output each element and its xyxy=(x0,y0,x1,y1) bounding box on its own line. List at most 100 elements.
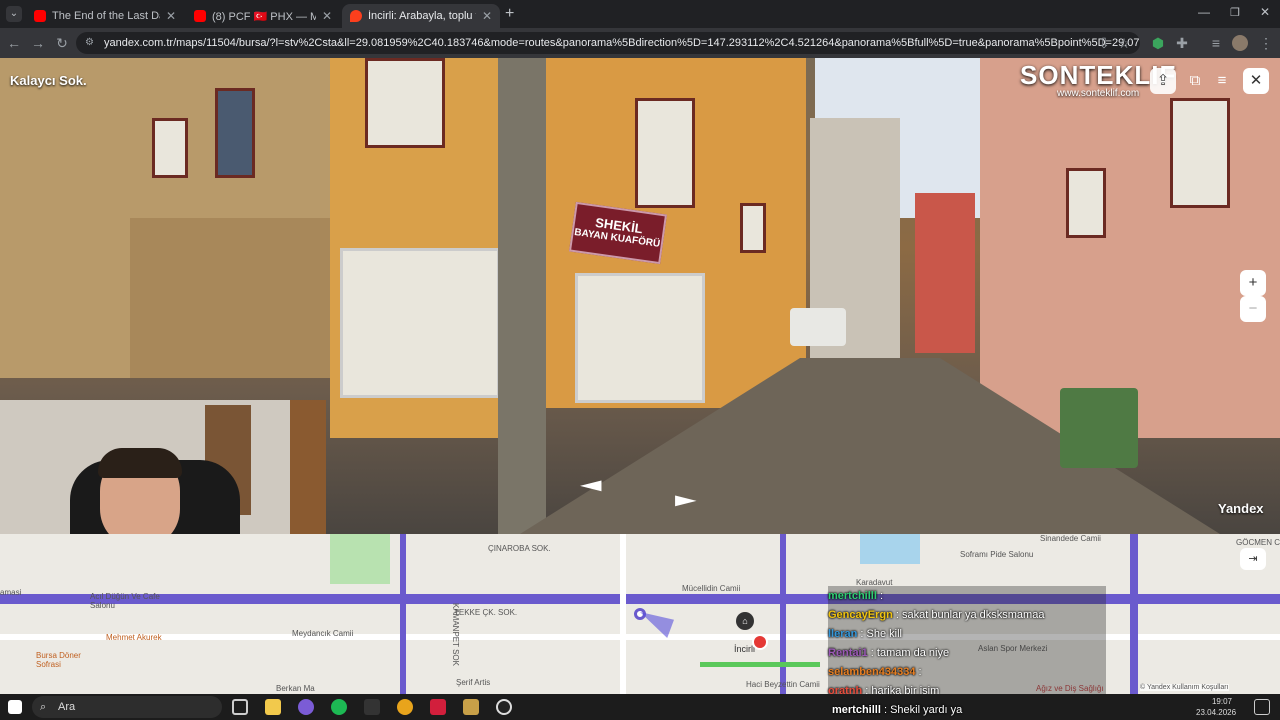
chat-username: GencayErgn xyxy=(828,609,893,621)
close-tab-icon[interactable]: ✕ xyxy=(166,9,176,23)
map-park xyxy=(330,534,390,584)
app-icon[interactable] xyxy=(463,699,479,715)
chat-username: mertchilll xyxy=(832,704,881,716)
chat-message: selamben434334 : xyxy=(828,666,922,678)
tray-date: 23.04.2026 xyxy=(1196,708,1237,717)
share-button[interactable]: ⇪ xyxy=(1150,68,1176,94)
windows-start-icon[interactable] xyxy=(8,700,22,714)
windows-taskbar: ⌕ Ara 19:07 23.04.2026 xyxy=(0,694,1280,720)
yandex-brand: Yandex xyxy=(1218,501,1264,516)
obs-icon[interactable] xyxy=(496,699,512,715)
notification-icon[interactable] xyxy=(1254,699,1270,715)
minimize-window-icon[interactable]: — xyxy=(1198,5,1210,19)
map-label: KAMANPET SOK xyxy=(450,603,460,666)
map-label: Berkan Ma xyxy=(276,684,315,693)
tray-clock[interactable]: 19:07 23.04.2026 xyxy=(1196,696,1237,718)
tab-0[interactable]: The End of the Last Dance | Mi ✕ xyxy=(26,4,184,28)
chat-message: mertchilll : Shekil yardı ya xyxy=(832,704,963,716)
app-icon[interactable] xyxy=(298,699,314,715)
map-label: Bursa Döner Sofrasi xyxy=(36,651,81,669)
app-icon[interactable] xyxy=(364,699,380,715)
file-explorer-icon[interactable] xyxy=(265,699,281,715)
window xyxy=(152,118,188,178)
map-pin-icon[interactable] xyxy=(752,634,768,650)
window xyxy=(340,248,500,398)
map-label: Sinandede Camii xyxy=(1040,534,1101,543)
address-url: yandex.com.tr/maps/11504/bursa/?l=stv%2C… xyxy=(104,37,1140,49)
taskbar-search[interactable]: ⌕ Ara xyxy=(32,696,222,718)
tab-0-title: The End of the Last Dance | Mi xyxy=(52,10,160,22)
close-window-icon[interactable]: ✕ xyxy=(1260,5,1270,19)
window xyxy=(635,98,695,208)
map-attribution[interactable]: © Yandex Kullanım Koşulları xyxy=(1140,684,1229,691)
chat-message: lleran : She kill xyxy=(828,628,902,640)
new-tab-button[interactable]: + xyxy=(505,5,514,23)
zoom-out-button[interactable]: − xyxy=(1240,296,1266,322)
map-label: Meydancık Camii xyxy=(292,629,354,638)
chat-text: tamam da niye xyxy=(876,647,950,659)
chrome-icon[interactable] xyxy=(397,699,413,715)
map-label: TEKKE ÇK. SOK. xyxy=(454,608,518,617)
address-bar[interactable]: ⚙ yandex.com.tr/maps/11504/bursa/?l=stv%… xyxy=(76,32,1140,54)
chat-username: mertchilll xyxy=(828,590,877,602)
browser-toolbar: ← → ↻ ⚙ yandex.com.tr/maps/11504/bursa/?… xyxy=(0,28,1280,58)
search-icon: ⌕ xyxy=(40,701,47,713)
map-label: Soframı Pide Salonu xyxy=(960,550,1034,559)
profile-avatar[interactable] xyxy=(1232,35,1248,51)
window xyxy=(365,58,445,148)
map-label: GÖCMEN CE xyxy=(1236,538,1280,547)
window xyxy=(740,203,766,253)
taskbar-search-text: Ara xyxy=(58,701,76,713)
site-info-icon[interactable]: ⚙ xyxy=(85,32,94,54)
close-tab-icon[interactable]: ✕ xyxy=(322,9,332,23)
open-external-icon[interactable]: ⧉ xyxy=(1182,68,1208,94)
chat-text: Shekil yardı ya xyxy=(890,704,963,716)
spotify-icon[interactable] xyxy=(331,699,347,715)
close-tab-icon[interactable]: ✕ xyxy=(482,9,492,23)
utility-pole xyxy=(498,58,546,534)
tray-time: 19:07 xyxy=(1211,697,1232,706)
menu-icon[interactable]: ≡ xyxy=(1209,68,1235,94)
yandex-maps-pin-icon xyxy=(350,10,362,22)
map-label: Haci Beyzettin Camii xyxy=(746,680,820,689)
media-controls-icon[interactable]: ≡ xyxy=(1208,35,1224,51)
pano-arrow-forward-icon[interactable]: ▶ xyxy=(675,491,697,508)
map-road xyxy=(400,534,406,694)
map-label: Acıl Düğün Ve Cafe Salonu xyxy=(90,592,160,610)
window xyxy=(575,273,705,403)
tab-1[interactable]: (8) PCF 🇹🇷 PHX — MISA 🇹🇷 SU ✕ xyxy=(186,4,340,28)
far-building-red xyxy=(915,193,975,353)
restore-window-icon[interactable]: ❐ xyxy=(1230,6,1240,19)
tab-search-button[interactable]: ⌄ xyxy=(6,6,22,22)
install-app-icon[interactable]: ⇩ xyxy=(1096,35,1112,51)
map-road xyxy=(1130,534,1138,694)
chat-username: lleran xyxy=(828,628,858,640)
left-building-lower xyxy=(130,218,330,378)
bookmark-star-icon[interactable]: ☆ xyxy=(1116,35,1132,51)
app-icon[interactable] xyxy=(430,699,446,715)
collapse-map-button[interactable]: ⇥ xyxy=(1240,548,1266,570)
map-label: amasi xyxy=(0,588,22,597)
window xyxy=(1066,168,1106,238)
chat-message: GencayErgn : sakat bunlar ya dksksmamaa xyxy=(828,609,1045,621)
chat-text: sakat bunlar ya dksksmamaa xyxy=(901,609,1045,621)
extensions-puzzle-icon[interactable]: ✚ xyxy=(1174,35,1190,51)
back-icon[interactable]: ← xyxy=(6,35,22,51)
map-poi-icon[interactable]: ⌂ xyxy=(736,612,754,630)
map-label: ÇINAROBA SOK. xyxy=(488,544,551,553)
map-road xyxy=(780,534,786,694)
menu-kebab-icon[interactable]: ⋮ xyxy=(1258,35,1274,51)
close-panorama-button[interactable]: ✕ xyxy=(1243,68,1269,94)
window xyxy=(215,88,255,178)
trash-bin xyxy=(1060,388,1138,468)
street-name: Kalaycı Sok. xyxy=(10,73,87,88)
extension-shield-icon[interactable]: ⬢ xyxy=(1150,35,1166,51)
tab-2[interactable]: İncirli: Arabayla, toplu taşımayl ✕ xyxy=(342,4,500,28)
reload-icon[interactable]: ↻ xyxy=(54,35,70,51)
window xyxy=(1170,98,1230,208)
forward-icon[interactable]: → xyxy=(30,35,46,51)
pano-arrow-back-icon[interactable]: ◀ xyxy=(580,476,602,493)
watermark-url: www.sonteklif.com xyxy=(1057,88,1140,99)
task-view-icon[interactable] xyxy=(232,699,248,715)
zoom-in-button[interactable]: + xyxy=(1240,270,1266,296)
